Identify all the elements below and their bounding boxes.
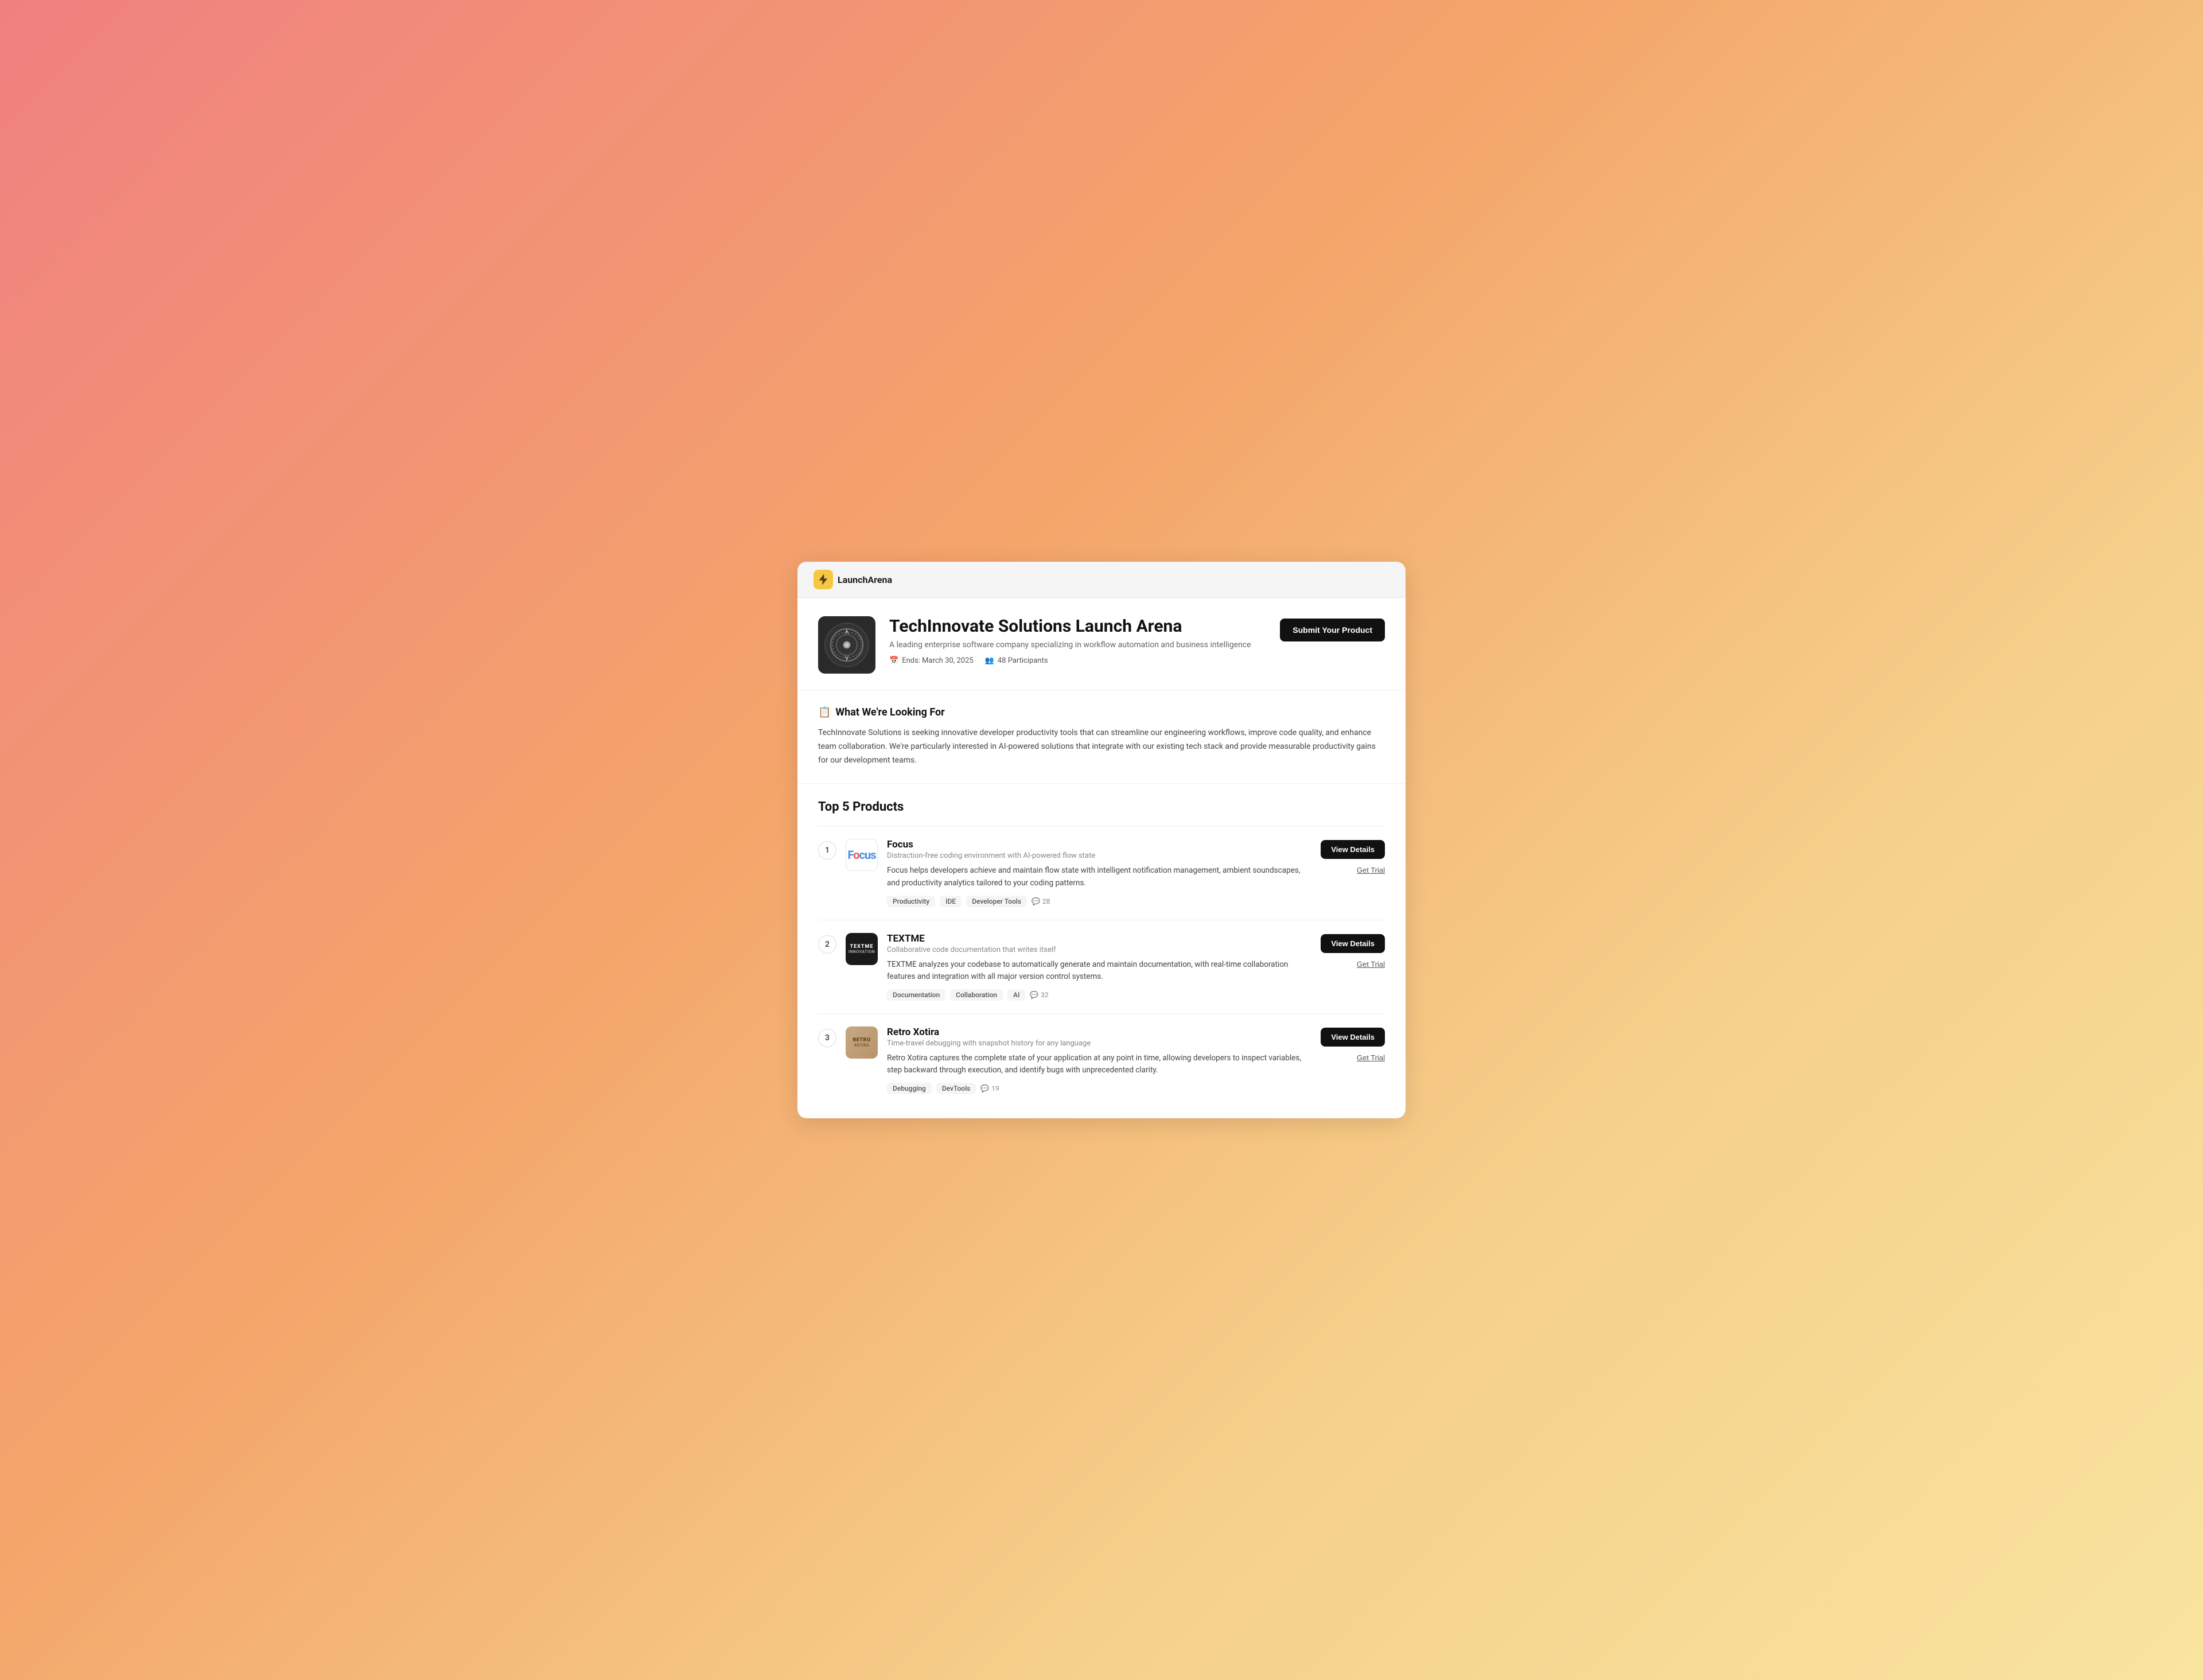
nav-logo-text: LaunchArena [838,574,892,585]
arena-header: TechInnovate Solutions Launch Arena A le… [797,598,1406,690]
product-actions-3: View Details Get Trial [1321,1028,1385,1064]
comment-icon-3: 💬 [980,1084,989,1092]
product-rank-3: 3 [818,1029,836,1047]
tag-devtools-3: DevTools [936,1083,976,1094]
tag-devtools: Developer Tools [966,896,1027,907]
get-trial-btn-3[interactable]: Get Trial [1357,1051,1385,1064]
calendar-icon: 📅 [889,656,898,665]
product-name-2: TEXTME [887,933,1311,944]
product-logo-textme: TEXTME INNOVATION [846,933,878,965]
product-logo-focus: Focus [846,839,878,871]
product-row: 2 TEXTME INNOVATION TEXTME Collaborative… [818,920,1385,1013]
tag-ai: AI [1007,989,1025,1001]
product-logo-retro: RETRO XOTIRA [846,1026,878,1059]
product-desc-1: Focus helps developers achieve and maint… [887,865,1311,889]
product-content-focus: Focus Distraction-free coding environmen… [887,839,1311,907]
get-trial-btn-1[interactable]: Get Trial [1357,864,1385,877]
tag-productivity: Productivity [887,896,935,907]
users-icon: 👥 [985,656,994,665]
tag-documentation: Documentation [887,989,945,1001]
comment-count-2: 💬 32 [1030,991,1048,999]
tag-collaboration: Collaboration [950,989,1003,1001]
get-trial-btn-2[interactable]: Get Trial [1357,958,1385,971]
product-tags-3: Debugging DevTools 💬 19 [887,1083,1311,1094]
nav-logo: LaunchArena [814,570,892,589]
arena-meta: 📅 Ends: March 30, 2025 👥 48 Participants [889,656,1266,665]
logo-icon [814,570,833,589]
view-details-btn-2[interactable]: View Details [1321,934,1385,953]
looking-for-title: 📋 What We're Looking For [818,706,1385,718]
product-content-retro: Retro Xotira Time-travel debugging with … [887,1026,1311,1094]
arena-subtitle: A leading enterprise software company sp… [889,640,1266,650]
product-desc-3: Retro Xotira captures the complete state… [887,1052,1311,1077]
product-actions-1: View Details Get Trial [1321,840,1385,877]
product-tagline-3: Time-travel debugging with snapshot hist… [887,1039,1311,1048]
looking-for-body: TechInnovate Solutions is seeking innova… [818,726,1385,767]
product-desc-2: TEXTME analyzes your codebase to automat… [887,959,1311,983]
submit-product-button[interactable]: Submit Your Product [1280,619,1385,641]
arena-title: TechInnovate Solutions Launch Arena [889,616,1266,637]
comment-count-3: 💬 19 [980,1084,999,1092]
products-title: Top 5 Products [818,800,1385,814]
ends-date: 📅 Ends: March 30, 2025 [889,656,974,665]
product-rank-1: 1 [818,841,836,860]
product-rank-2: 2 [818,935,836,954]
product-tagline-2: Collaborative code documentation that wr… [887,946,1311,954]
product-row: 3 RETRO XOTIRA Retro Xotira Time-travel … [818,1013,1385,1107]
product-actions-2: View Details Get Trial [1321,934,1385,971]
participants: 👥 48 Participants [985,656,1048,665]
product-tags-1: Productivity IDE Developer Tools 💬 28 [887,896,1311,907]
main-card: LaunchArena TechInnovate Solutions Launc… [797,562,1406,1118]
view-details-btn-3[interactable]: View Details [1321,1028,1385,1047]
looking-for-section: 📋 What We're Looking For TechInnovate So… [797,690,1406,784]
arena-info: TechInnovate Solutions Launch Arena A le… [889,616,1266,665]
arena-logo-img [818,616,875,674]
view-details-btn-1[interactable]: View Details [1321,840,1385,859]
products-section: Top 5 Products 1 Focus Focus Distraction… [797,784,1406,1118]
tag-ide: IDE [940,896,962,907]
looking-for-icon: 📋 [818,706,831,718]
product-row: 1 Focus Focus Distraction-free coding en… [818,826,1385,919]
comment-icon-1: 💬 [1032,897,1040,905]
product-name-3: Retro Xotira [887,1026,1311,1038]
product-tags-2: Documentation Collaboration AI 💬 32 [887,989,1311,1001]
comment-count-1: 💬 28 [1032,897,1050,905]
tag-debugging: Debugging [887,1083,932,1094]
product-tagline-1: Distraction-free coding environment with… [887,851,1311,860]
nav-bar: LaunchArena [797,562,1406,598]
product-name-1: Focus [887,839,1311,850]
product-content-textme: TEXTME Collaborative code documentation … [887,933,1311,1001]
comment-icon-2: 💬 [1030,991,1038,999]
